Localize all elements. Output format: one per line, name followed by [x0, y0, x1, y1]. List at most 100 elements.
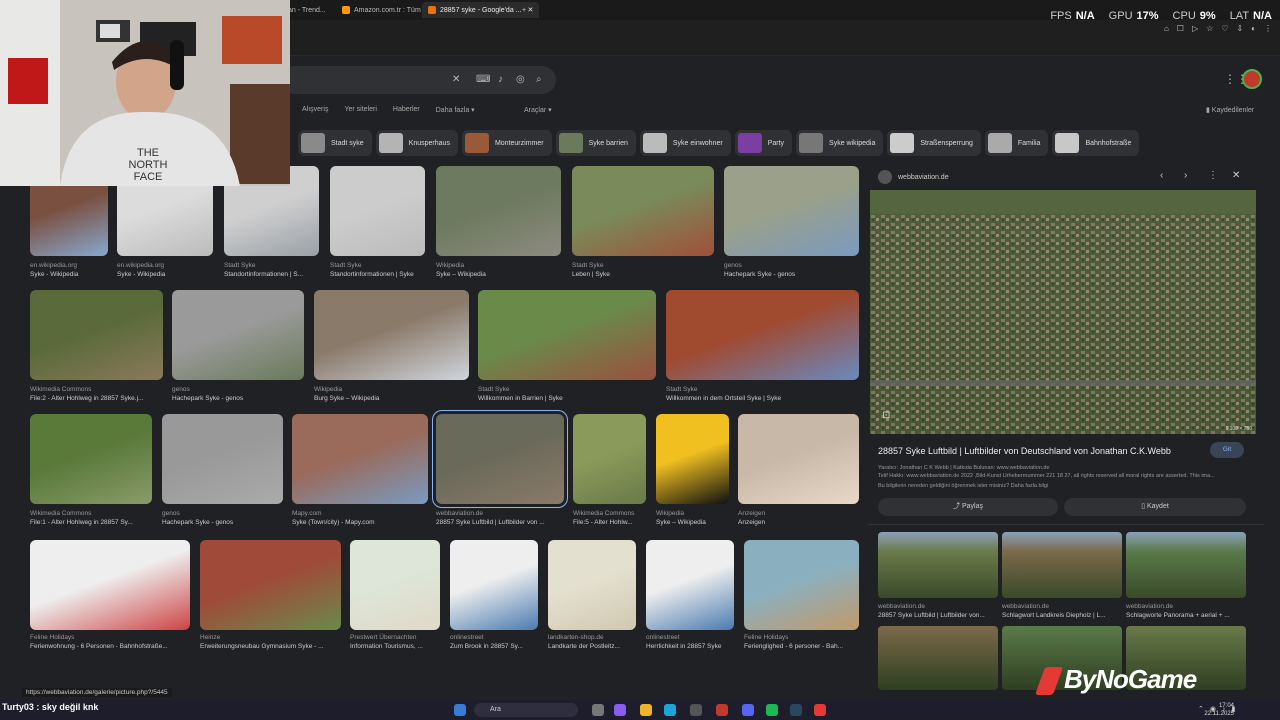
result-image[interactable] [478, 290, 656, 380]
heart-icon[interactable]: ♡ [1221, 24, 1228, 33]
avatar[interactable] [1242, 69, 1262, 89]
result-image[interactable] [436, 166, 561, 256]
preview-title[interactable]: 28857 Syke Luftbild | Luftbilder von Deu… [878, 446, 1198, 456]
lens-icon[interactable]: ⊡ [882, 410, 890, 421]
app-icon[interactable] [814, 704, 826, 716]
edge-icon[interactable] [664, 704, 676, 716]
related-image[interactable] [1002, 532, 1122, 598]
next-icon[interactable]: › [1184, 170, 1187, 181]
result-caption[interactable]: Anzeigen Anzeigen [738, 509, 859, 527]
result-image[interactable] [548, 540, 636, 630]
related-caption[interactable]: webbaviation.de Schlagwort Landkreis Diep… [1002, 602, 1122, 620]
chip[interactable]: Syke wikipedia [796, 130, 884, 156]
bookmark-icon[interactable]: ☐ [1177, 24, 1184, 33]
steam-icon[interactable] [790, 704, 802, 716]
search-input[interactable]: ✕ ⌨ ♪ ◎ ⌕ [280, 66, 556, 94]
result-caption[interactable]: webbaviation.de 28857 Syke Luftbild | Luf… [436, 509, 564, 527]
result-image[interactable] [162, 414, 283, 504]
download-icon[interactable]: ⇩ [1236, 24, 1243, 33]
menu-icon[interactable]: ⋮ [1264, 24, 1272, 33]
chip[interactable]: Monteurzimmer [461, 130, 552, 156]
result-image[interactable] [656, 414, 729, 504]
windows-start-icon[interactable] [454, 704, 466, 716]
result-image[interactable] [30, 540, 190, 630]
result-caption[interactable]: onlinestreet Herrlichkeit in 28857 Syke [646, 633, 734, 651]
result-caption[interactable]: Wikipedia Syke – Wikipedia [656, 509, 729, 527]
result-image[interactable] [666, 290, 859, 380]
result-image[interactable] [738, 414, 859, 504]
result-image[interactable] [30, 290, 163, 380]
result-caption[interactable]: Wikipedia Syke – Wikipedia [436, 261, 561, 279]
result-caption[interactable]: landkarten-shop.de Landkarte der Postleit… [548, 633, 636, 651]
result-image[interactable] [30, 414, 152, 504]
tab-places[interactable]: Yer siteleri [344, 106, 376, 114]
mic-icon[interactable]: ♪ [498, 74, 503, 85]
result-image[interactable] [450, 540, 538, 630]
result-caption[interactable]: Wikimedia Commons File:2 - Alter Hohlweg … [30, 385, 163, 403]
result-caption[interactable]: Wikimedia Commons File:5 - Alter Hohlw... [573, 509, 646, 527]
result-image[interactable] [314, 290, 469, 380]
result-image[interactable] [724, 166, 859, 256]
related-caption[interactable]: webbaviation.de Schlagworte Panorama + ae… [1126, 602, 1246, 620]
result-caption[interactable]: Prestwert Übernachten Information Tourism… [350, 633, 440, 651]
copilot-icon[interactable] [614, 704, 626, 716]
result-caption[interactable]: genos Hachepark Syke - genos [172, 385, 304, 403]
new-tab-button[interactable]: + [516, 2, 532, 18]
result-caption[interactable]: Wikipedia Burg Syke – Wikipedia [314, 385, 469, 403]
result-caption[interactable]: genos Hachepark Syke - genos [724, 261, 859, 279]
close-icon[interactable]: ✕ [1232, 170, 1240, 181]
result-image[interactable] [646, 540, 734, 630]
tab-news[interactable]: Haberler [393, 106, 420, 114]
more-icon[interactable]: ⋮ [1208, 170, 1218, 181]
chip[interactable]: Stadt syke [298, 130, 372, 156]
preview-image[interactable]: 1,100 × 750 ⊡ [870, 190, 1256, 434]
chip[interactable]: Bahnhofstraße [1052, 130, 1140, 156]
related-image[interactable] [878, 532, 998, 598]
result-caption[interactable]: en.wikipedia.org Syke - Wikipedia [117, 261, 213, 279]
search-icon[interactable]: ⌕ [536, 74, 542, 85]
prev-icon[interactable]: ‹ [1160, 170, 1163, 181]
tools-button[interactable]: Araçlar ▾ [524, 106, 552, 114]
browser-app-icon[interactable] [716, 704, 728, 716]
result-image[interactable] [573, 414, 646, 504]
chip[interactable]: Syke einwohner [639, 130, 731, 156]
tab-shopping[interactable]: Alışveriş [302, 106, 328, 114]
result-caption[interactable]: Stadt Syke Standortinformationen | S... [224, 261, 319, 279]
tab-more[interactable]: Daha fazla ▾ [436, 106, 475, 114]
result-image[interactable] [572, 166, 714, 256]
taskbar-search[interactable]: Ara [474, 703, 578, 717]
result-caption[interactable]: Stadt Syke Leben | Syke [572, 261, 714, 279]
result-image[interactable] [330, 166, 425, 256]
play-icon[interactable]: ▷ [1192, 24, 1198, 33]
result-image[interactable] [350, 540, 440, 630]
related-image[interactable] [878, 626, 998, 690]
lens-icon[interactable]: ◎ [516, 74, 525, 85]
result-caption[interactable]: Mapy.com Syke (Town/city) - Mapy.com [292, 509, 428, 527]
result-caption[interactable]: Stadt Syke Willkommen in dem Ortsteil Syk… [666, 385, 859, 403]
result-caption[interactable]: Wikimedia Commons File:1 - Alter Hohlweg … [30, 509, 152, 527]
profile-icon[interactable]: ◐ [1251, 24, 1256, 33]
info-link[interactable]: Bu bilgilerin nereden geldiğini öğrenmek… [878, 482, 1248, 490]
result-caption[interactable]: Stadt Syke Standortinformationen | Syke [330, 261, 425, 279]
result-caption[interactable]: Feline Holidays Ferienglighed - 6 persone… [744, 633, 859, 651]
result-image[interactable] [200, 540, 341, 630]
star-icon[interactable]: ☆ [1206, 24, 1213, 33]
clear-icon[interactable]: ✕ [452, 74, 460, 85]
store-icon[interactable] [690, 704, 702, 716]
related-image[interactable] [1126, 532, 1246, 598]
explorer-icon[interactable] [640, 704, 652, 716]
chip[interactable]: Straßensperrung [887, 130, 981, 156]
preview-source[interactable]: webbaviation.de [878, 170, 949, 184]
save-button[interactable]: ▯ Kaydet [1064, 498, 1246, 516]
chip[interactable]: Party [734, 130, 793, 156]
chip[interactable]: Familia [984, 130, 1049, 156]
discord-icon[interactable] [742, 704, 754, 716]
result-caption[interactable]: genos Hachepark Syke - genos [162, 509, 283, 527]
result-image[interactable] [432, 410, 568, 508]
related-caption[interactable]: webbaviation.de 28857 Syke Luftbild | Luf… [878, 602, 998, 620]
chip[interactable]: Syke barrien [555, 130, 636, 156]
result-image[interactable] [292, 414, 428, 504]
saved-button[interactable]: ▮ Kaydedilenler [1206, 106, 1254, 114]
result-caption[interactable]: Stadt Syke Willkommen in Barrien | Syke [478, 385, 656, 403]
visit-button[interactable]: Git [1210, 442, 1244, 458]
